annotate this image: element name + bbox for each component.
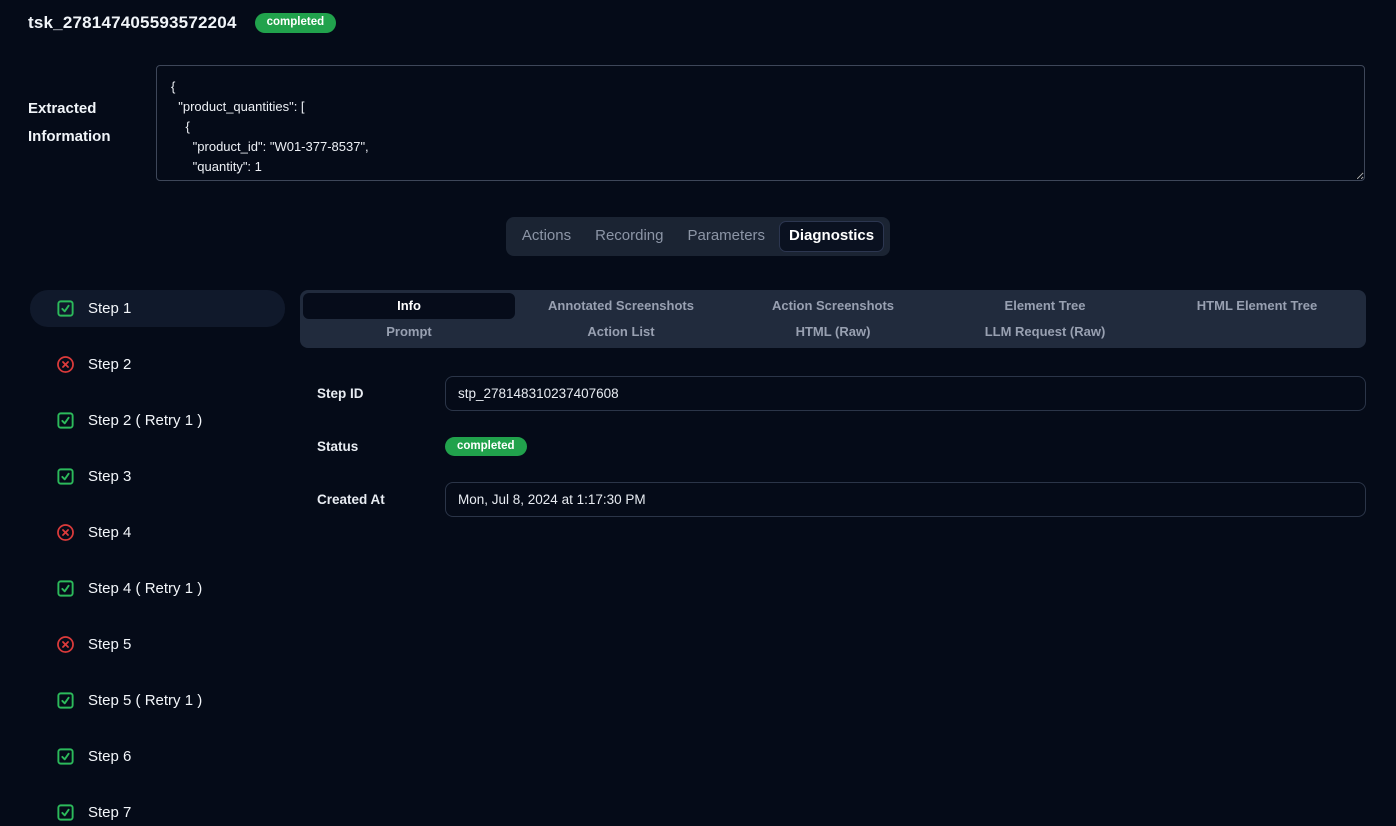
subtab-empty-cell <box>1151 319 1363 345</box>
step-label: Step 3 <box>88 468 131 485</box>
field-row-status: Statuscompleted <box>317 429 1366 464</box>
check-square-icon <box>56 803 75 822</box>
step-item-step-3[interactable]: Step 3 <box>30 458 285 495</box>
step-label: Step 1 <box>88 300 131 317</box>
steps-sidebar: Step 1 Step 2 Step 2 ( Retry 1 ) Step 3 Step… <box>30 290 285 826</box>
extracted-information-textarea[interactable]: { "product_quantities": [ { "product_id"… <box>156 65 1365 181</box>
step-label: Step 2 ( Retry 1 ) <box>88 412 202 429</box>
field-input-step-id[interactable] <box>445 376 1366 411</box>
check-square-icon <box>56 299 75 318</box>
check-square-icon <box>56 691 75 710</box>
subtab-llm-request-raw[interactable]: LLM Request (Raw) <box>939 319 1151 345</box>
step-item-step-5-retry-1[interactable]: Step 5 ( Retry 1 ) <box>30 682 285 719</box>
field-row-created-at: Created At <box>317 482 1366 517</box>
step-label: Step 7 <box>88 804 131 821</box>
check-square-icon <box>56 411 75 430</box>
field-label-step-id: Step ID <box>317 386 445 401</box>
check-square-icon <box>56 579 75 598</box>
subtab-info[interactable]: Info <box>303 293 515 319</box>
tab-actions[interactable]: Actions <box>513 222 580 251</box>
x-circle-icon <box>56 635 75 654</box>
tab-diagnostics[interactable]: Diagnostics <box>780 222 883 251</box>
step-item-step-2-retry-1[interactable]: Step 2 ( Retry 1 ) <box>30 402 285 439</box>
check-square-icon <box>56 467 75 486</box>
step-item-step-1[interactable]: Step 1 <box>30 290 285 327</box>
header: tsk_278147405593572204 completed <box>0 0 1396 33</box>
page-title: tsk_278147405593572204 <box>28 13 237 33</box>
field-label-status: Status <box>317 439 445 454</box>
step-item-step-4-retry-1[interactable]: Step 4 ( Retry 1 ) <box>30 570 285 607</box>
subtab-action-screenshots[interactable]: Action Screenshots <box>727 293 939 319</box>
step-label: Step 2 <box>88 356 131 373</box>
info-fields: Step ID Statuscompleted Created At <box>300 376 1366 517</box>
step-label: Step 6 <box>88 748 131 765</box>
step-item-step-5[interactable]: Step 5 <box>30 626 285 663</box>
step-item-step-4[interactable]: Step 4 <box>30 514 285 551</box>
main-tabs: ActionsRecordingParametersDiagnostics <box>506 217 890 256</box>
step-item-step-7[interactable]: Step 7 <box>30 794 285 826</box>
tab-parameters[interactable]: Parameters <box>679 222 775 251</box>
x-circle-icon <box>56 523 75 542</box>
extracted-information-section: Extracted Information { "product_quantit… <box>0 65 1396 181</box>
field-badge-wrap: completed <box>445 437 1366 457</box>
tab-recording[interactable]: Recording <box>586 222 672 251</box>
subtab-annotated-screenshots[interactable]: Annotated Screenshots <box>515 293 727 319</box>
subtab-action-list[interactable]: Action List <box>515 319 727 345</box>
check-square-icon <box>56 747 75 766</box>
field-input-created-at[interactable] <box>445 482 1366 517</box>
field-row-step-id: Step ID <box>317 376 1366 411</box>
task-status-badge: completed <box>255 13 337 33</box>
step-item-step-2[interactable]: Step 2 <box>30 346 285 383</box>
subtab-prompt[interactable]: Prompt <box>303 319 515 345</box>
field-label-created-at: Created At <box>317 492 445 507</box>
subtab-html-raw[interactable]: HTML (Raw) <box>727 319 939 345</box>
step-label: Step 5 ( Retry 1 ) <box>88 692 202 709</box>
step-detail-panel: InfoAnnotated ScreenshotsAction Screensh… <box>300 290 1366 535</box>
subtab-html-element-tree[interactable]: HTML Element Tree <box>1151 293 1363 319</box>
step-label: Step 5 <box>88 636 131 653</box>
step-label: Step 4 <box>88 524 131 541</box>
step-item-step-6[interactable]: Step 6 <box>30 738 285 775</box>
x-circle-icon <box>56 355 75 374</box>
extracted-information-label: Extracted Information <box>28 95 156 151</box>
step-label: Step 4 ( Retry 1 ) <box>88 580 202 597</box>
subtab-element-tree[interactable]: Element Tree <box>939 293 1151 319</box>
step-subtabs: InfoAnnotated ScreenshotsAction Screensh… <box>300 290 1366 348</box>
step-status-badge: completed <box>445 437 527 457</box>
diagnostics-content: Step 1 Step 2 Step 2 ( Retry 1 ) Step 3 Step… <box>0 290 1396 826</box>
